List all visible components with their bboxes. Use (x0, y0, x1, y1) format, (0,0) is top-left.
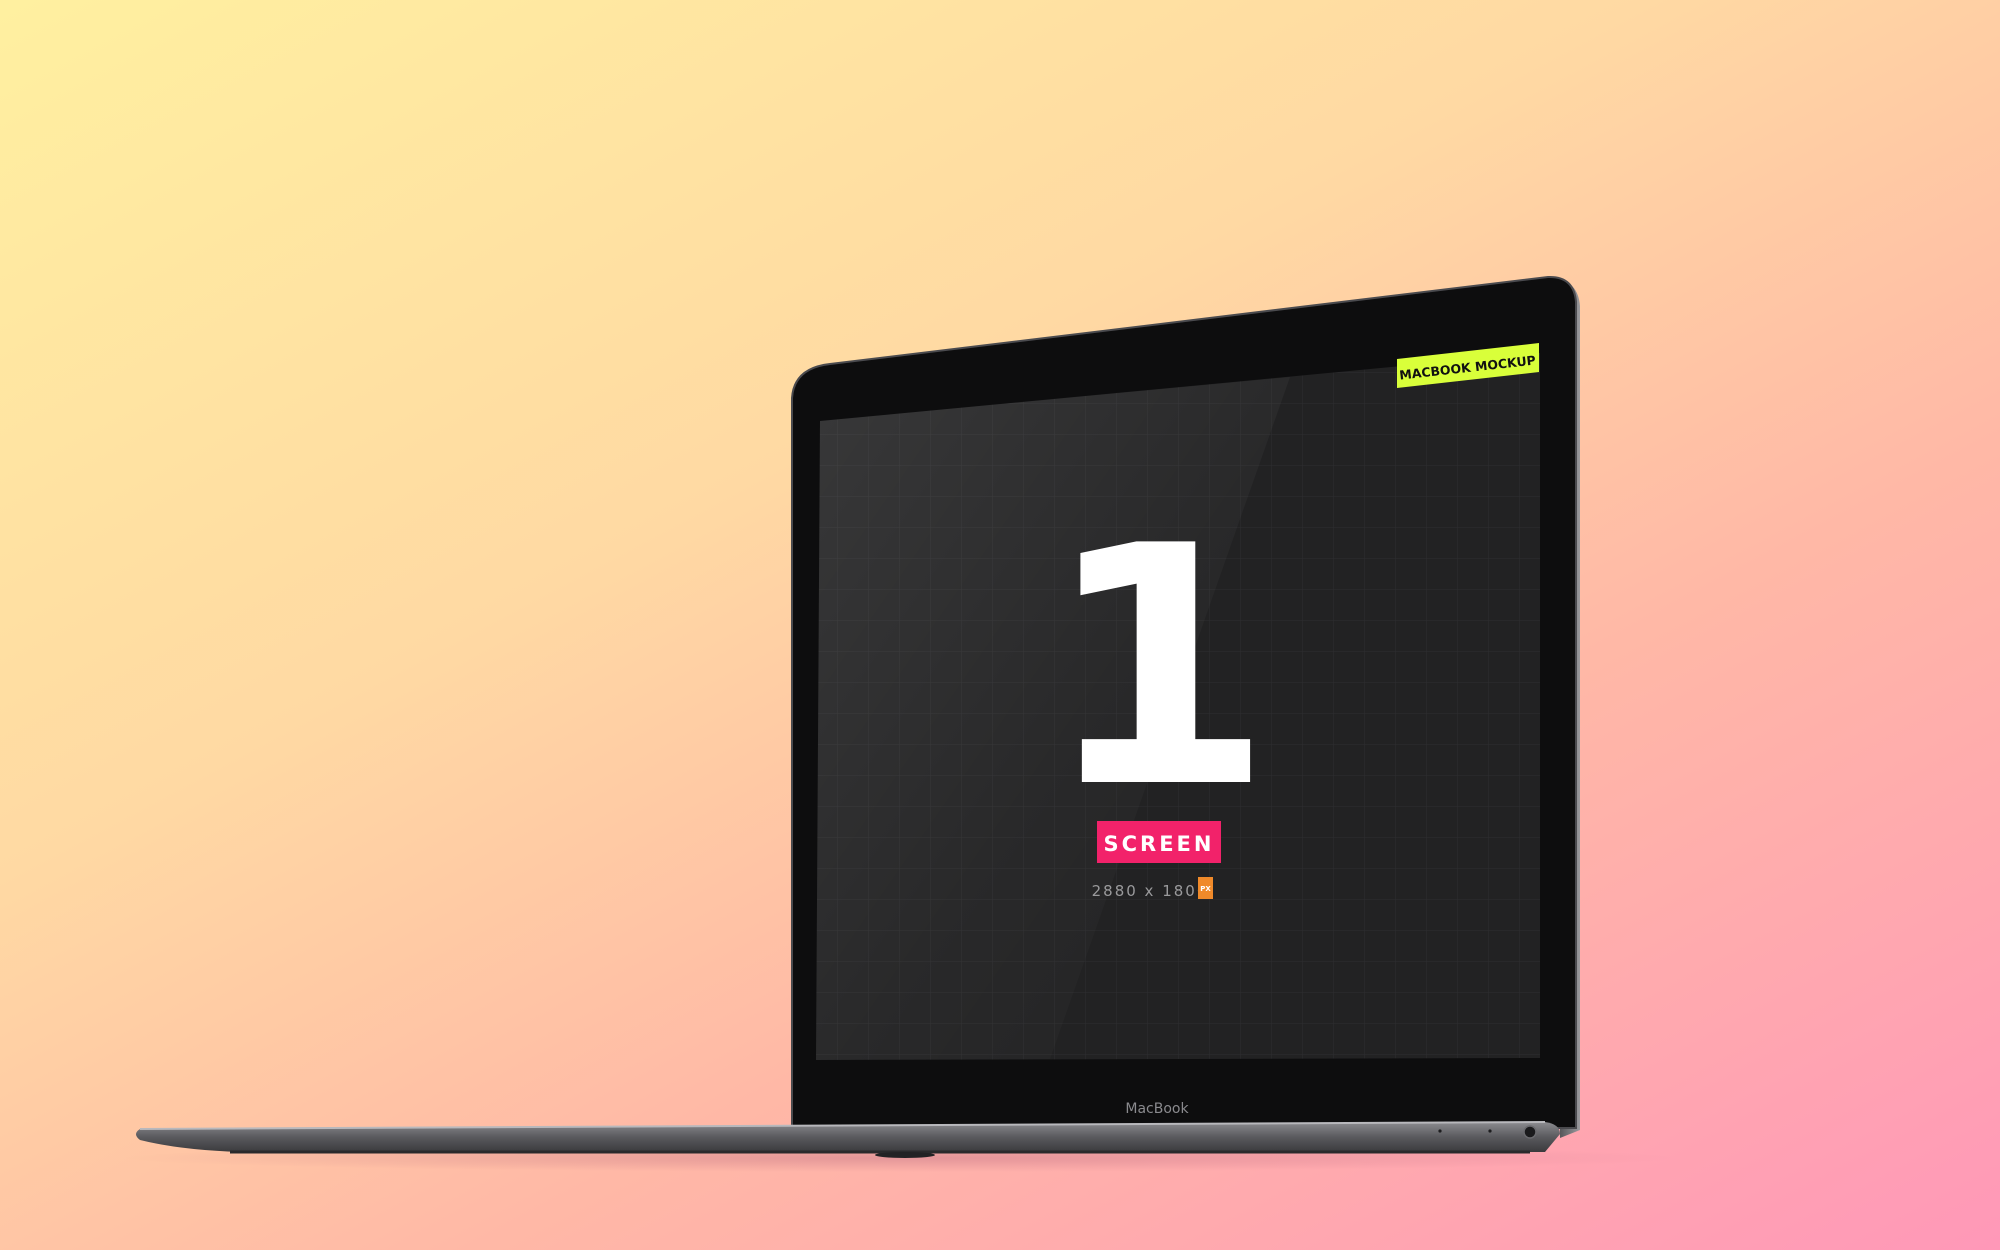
screen-label: SCREEN (1104, 832, 1215, 856)
macbook-mockup-scene: MACBOOK MOCKUP 1 SCREEN 2880 x 1800 PX M… (120, 275, 1680, 1172)
base-foot (875, 1152, 935, 1158)
microphone-dot-2 (1488, 1129, 1492, 1133)
brand-label: MacBook (1125, 1101, 1189, 1117)
screen-resolution: 2880 x 1800 (1092, 882, 1209, 900)
screen-label-tag: SCREEN (1097, 821, 1221, 863)
headphone-jack-icon (1523, 1125, 1537, 1139)
microphone-dot-1 (1438, 1129, 1442, 1133)
laptop-base (136, 1122, 1560, 1152)
screen-number: 1 (1043, 476, 1273, 860)
unit-badge: PX (1200, 885, 1211, 893)
